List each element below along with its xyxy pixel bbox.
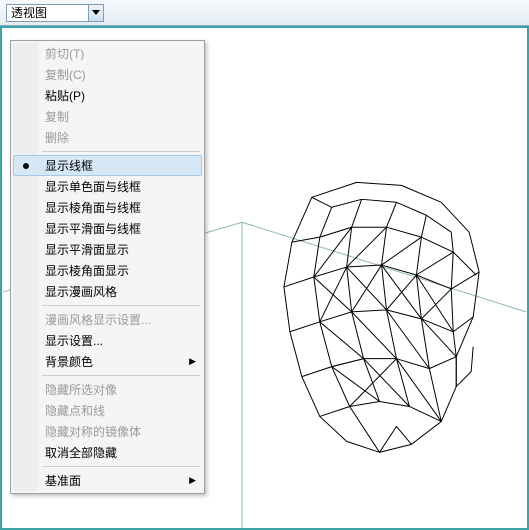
menu-item[interactable]: 显示线框: [13, 155, 202, 176]
menu-item[interactable]: 显示棱角面与线框: [13, 197, 202, 218]
menu-separator: [42, 375, 200, 376]
titlebar: 透视图: [0, 0, 529, 26]
menu-item-label: 隐藏所选对像: [45, 381, 117, 398]
menu-item[interactable]: 背景颜色 ▶: [13, 351, 202, 372]
menu-item-label: 显示平滑面与线框: [45, 220, 141, 237]
menu-item-label: 显示线框: [45, 157, 93, 174]
menu-item[interactable]: 基准面 ▶: [13, 470, 202, 491]
menu-item: 删除: [13, 127, 202, 148]
menu-item-label: 显示设置...: [45, 332, 103, 349]
submenu-arrow-icon: ▶: [189, 356, 196, 367]
menu-item[interactable]: 显示单色面与线框: [13, 176, 202, 197]
menu-item-label: 隐藏点和线: [45, 402, 105, 419]
menu-item-label: 显示棱角面显示: [45, 262, 129, 279]
menu-item-label: 显示漫画风格: [45, 283, 117, 300]
menu-item[interactable]: 取消全部隐藏: [13, 442, 202, 463]
menu-separator: [42, 305, 200, 306]
menu-item[interactable]: 显示平滑面与线框: [13, 218, 202, 239]
dropdown-toggle[interactable]: [88, 5, 103, 21]
menu-item-label: 取消全部隐藏: [45, 444, 117, 461]
check-bullet-icon: [23, 163, 29, 169]
menu-item-label: 漫画风格显示设置...: [45, 311, 151, 328]
menu-item-label: 基准面: [45, 472, 81, 489]
viewport-context-menu: 剪切(T) 复制(C) 粘贴(P) 复制删除显示线框显示单色面与线框显示棱角面与线框显…: [10, 40, 205, 494]
menu-item[interactable]: 粘贴(P): [13, 85, 202, 106]
view-mode-dropdown[interactable]: 透视图: [6, 4, 104, 22]
menu-item-label: 显示棱角面与线框: [45, 199, 141, 216]
menu-item-label: 删除: [45, 129, 69, 146]
menu-item-label: 显示平滑面显示: [45, 241, 129, 258]
menu-separator: [42, 466, 200, 467]
menu-item-label: 复制(C): [45, 66, 86, 83]
menu-item: 复制: [13, 106, 202, 127]
menu-item: 隐藏对称的镜像体: [13, 421, 202, 442]
menu-item[interactable]: 显示漫画风格: [13, 281, 202, 302]
menu-item[interactable]: 显示设置...: [13, 330, 202, 351]
chevron-down-icon: [92, 10, 100, 15]
menu-separator: [42, 151, 200, 152]
menu-item: 隐藏所选对像: [13, 379, 202, 400]
view-mode-label: 透视图: [11, 4, 47, 21]
menu-item-label: 显示单色面与线框: [45, 178, 141, 195]
menu-item-label: 背景颜色: [45, 353, 93, 370]
submenu-arrow-icon: ▶: [189, 475, 196, 486]
menu-item-label: 剪切(T): [45, 45, 84, 62]
menu-item: 复制(C): [13, 64, 202, 85]
menu-item-label: 粘贴(P): [45, 87, 85, 104]
menu-item-label: 隐藏对称的镜像体: [45, 423, 141, 440]
menu-item[interactable]: 显示平滑面显示: [13, 239, 202, 260]
menu-item-label: 复制: [45, 108, 69, 125]
menu-item: 漫画风格显示设置...: [13, 309, 202, 330]
menu-item: 剪切(T): [13, 43, 202, 64]
menu-item: 隐藏点和线: [13, 400, 202, 421]
menu-item[interactable]: 显示棱角面显示: [13, 260, 202, 281]
